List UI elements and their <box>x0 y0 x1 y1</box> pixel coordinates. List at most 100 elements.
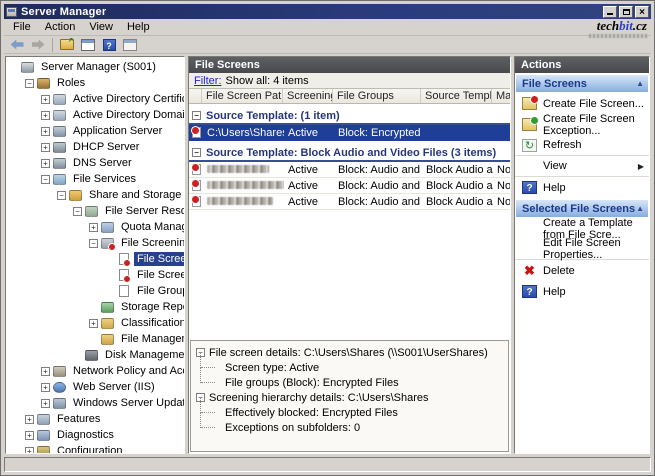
tree-item-icon <box>53 94 66 105</box>
tree-expander[interactable]: + <box>41 399 50 408</box>
close-button[interactable]: × <box>635 6 649 18</box>
tree-item[interactable]: + Application Server <box>6 123 184 139</box>
tree-item[interactable]: Storage Reports Management <box>6 299 184 315</box>
column-header[interactable]: Ma... <box>492 89 511 103</box>
details-text: File groups (Block): Encrypted Files <box>225 377 399 389</box>
tree-expander[interactable]: + <box>25 447 34 455</box>
restore-button[interactable] <box>619 6 633 18</box>
details-parent-line: − File screen details: C:\Users\Shares (… <box>193 345 506 360</box>
minimize-button[interactable] <box>603 6 617 18</box>
filter-link[interactable]: Filter: <box>194 75 222 87</box>
cell-path <box>203 196 284 208</box>
action-item[interactable]: Edit File Screen Properties... <box>515 239 649 260</box>
tree-item[interactable]: + Windows Server Update Services <box>6 395 184 411</box>
section-header-selected-file-screens[interactable]: Selected File Screens ▲ <box>516 200 648 217</box>
tree-expander[interactable]: − <box>57 191 66 200</box>
collapse-chevron-icon[interactable]: ▲ <box>636 79 644 88</box>
tree-item[interactable]: − File Screening Management <box>6 235 184 251</box>
logo-bit: bit <box>619 18 633 33</box>
tree-expander[interactable]: + <box>89 223 98 232</box>
menu-item[interactable]: File <box>6 19 38 35</box>
collapse-chevron-icon[interactable]: ▲ <box>636 204 644 213</box>
tree-item-icon <box>37 78 50 89</box>
details-child-line: File groups (Block): Encrypted Files <box>193 375 506 390</box>
tree-expander[interactable]: + <box>41 383 50 392</box>
console-window-icon <box>81 39 95 51</box>
action-item[interactable]: Create File Screen... <box>515 93 649 114</box>
file-screen-row[interactable]: Active Block: Audio and Video ... Block … <box>189 178 510 194</box>
tree-item[interactable]: + DNS Server <box>6 155 184 171</box>
forward-button[interactable] <box>29 37 47 53</box>
tree-expander[interactable]: + <box>89 319 98 328</box>
menu-item[interactable]: Help <box>120 19 157 35</box>
tree-item[interactable]: + Active Directory Certificate Services <box>6 91 184 107</box>
column-header[interactable]: Source Template <box>421 89 492 103</box>
window-view-button[interactable] <box>121 37 139 53</box>
menu-item[interactable]: View <box>82 19 120 35</box>
action-item[interactable]: Create a Template from File Scre... <box>515 218 649 239</box>
toolbar: ? <box>4 36 651 54</box>
tree-item[interactable]: + Configuration <box>6 443 184 454</box>
tree-expander[interactable]: + <box>25 415 34 424</box>
tree-expander[interactable]: + <box>41 367 50 376</box>
column-header[interactable]: File Screen Path <box>202 89 283 103</box>
file-screen-row[interactable]: Active Block: Audio and Video ... Block … <box>189 162 510 178</box>
column-header[interactable]: File Groups <box>333 89 421 103</box>
action-item[interactable]: Help <box>515 177 649 198</box>
tree-expander[interactable]: + <box>41 159 50 168</box>
group-collapse-icon[interactable]: − <box>192 111 201 120</box>
tree-expander[interactable]: + <box>25 431 34 440</box>
tree-item[interactable]: + Classification Management <box>6 315 184 331</box>
column-header[interactable]: Screening T... <box>283 89 333 103</box>
file-screen-row[interactable]: Active Block: Audio and Video ... Block … <box>189 194 510 210</box>
file-screen-row[interactable]: C:\Users\Shares Active Block: Encrypted … <box>189 125 510 141</box>
cell-screening-type: Active <box>284 127 334 139</box>
back-button[interactable] <box>8 37 26 53</box>
console-tree-button[interactable] <box>79 37 97 53</box>
tree-item[interactable]: File Groups <box>6 283 184 299</box>
cell-file-groups: Block: Audio and Video ... <box>334 180 422 192</box>
tree-expander[interactable]: − <box>89 239 98 248</box>
tree-item[interactable]: + Active Directory Domain Services <box>6 107 184 123</box>
tree-item[interactable]: Disk Management <box>6 347 184 363</box>
tree-item[interactable]: File Management Tasks <box>6 331 184 347</box>
section-title: Selected File Screens <box>522 203 635 215</box>
group-header-row[interactable]: − Source Template: (1 item) <box>189 108 510 125</box>
section-header-file-screens[interactable]: File Screens ▲ <box>516 75 648 92</box>
tree-expander[interactable]: − <box>73 207 82 216</box>
tree-item[interactable]: + Network Policy and Access Services <box>6 363 184 379</box>
file-screen-icon <box>192 127 201 138</box>
tree-item[interactable]: + Diagnostics <box>6 427 184 443</box>
tree-item[interactable]: + Features <box>6 411 184 427</box>
tree-expander[interactable]: + <box>41 95 50 104</box>
action-item[interactable]: Delete <box>515 260 649 281</box>
menu-item[interactable]: Action <box>38 19 83 35</box>
cell-path <box>203 164 284 176</box>
tree-expander[interactable]: + <box>41 143 50 152</box>
tree-item[interactable]: + Web Server (IIS) <box>6 379 184 395</box>
action-item[interactable]: Create File Screen Exception... <box>515 114 649 135</box>
folder-up-button[interactable] <box>58 37 76 53</box>
action-item[interactable]: Help <box>515 281 649 302</box>
tree-expander[interactable]: − <box>25 79 34 88</box>
tree-expander[interactable]: − <box>41 175 50 184</box>
group-header-row[interactable]: − Source Template: Block Audio and Video… <box>189 145 510 162</box>
action-item[interactable]: Refresh <box>515 135 649 156</box>
group-collapse-icon[interactable]: − <box>192 148 201 157</box>
tree-item[interactable]: Server Manager (S001) <box>6 59 184 75</box>
tree-expander[interactable]: + <box>41 127 50 136</box>
tree-item[interactable]: − File Server Resource Manager <box>6 203 184 219</box>
tree-item[interactable]: File Screen Templates <box>6 267 184 283</box>
logo-tech: tech <box>597 18 619 33</box>
action-item[interactable]: View ▶ <box>515 156 649 177</box>
tree-item[interactable]: + Quota Management <box>6 219 184 235</box>
tree-expander[interactable]: + <box>41 111 50 120</box>
tree-item[interactable]: File Screens <box>6 251 184 267</box>
tree-item[interactable]: + DHCP Server <box>6 139 184 155</box>
tree-item-label: Web Server (IIS) <box>70 380 158 394</box>
help-button[interactable]: ? <box>100 37 118 53</box>
tree-item[interactable]: − File Services <box>6 171 184 187</box>
tree-item[interactable]: − Share and Storage Management <box>6 187 184 203</box>
tree-item[interactable]: − Roles <box>6 75 184 91</box>
column-header[interactable] <box>189 89 202 103</box>
